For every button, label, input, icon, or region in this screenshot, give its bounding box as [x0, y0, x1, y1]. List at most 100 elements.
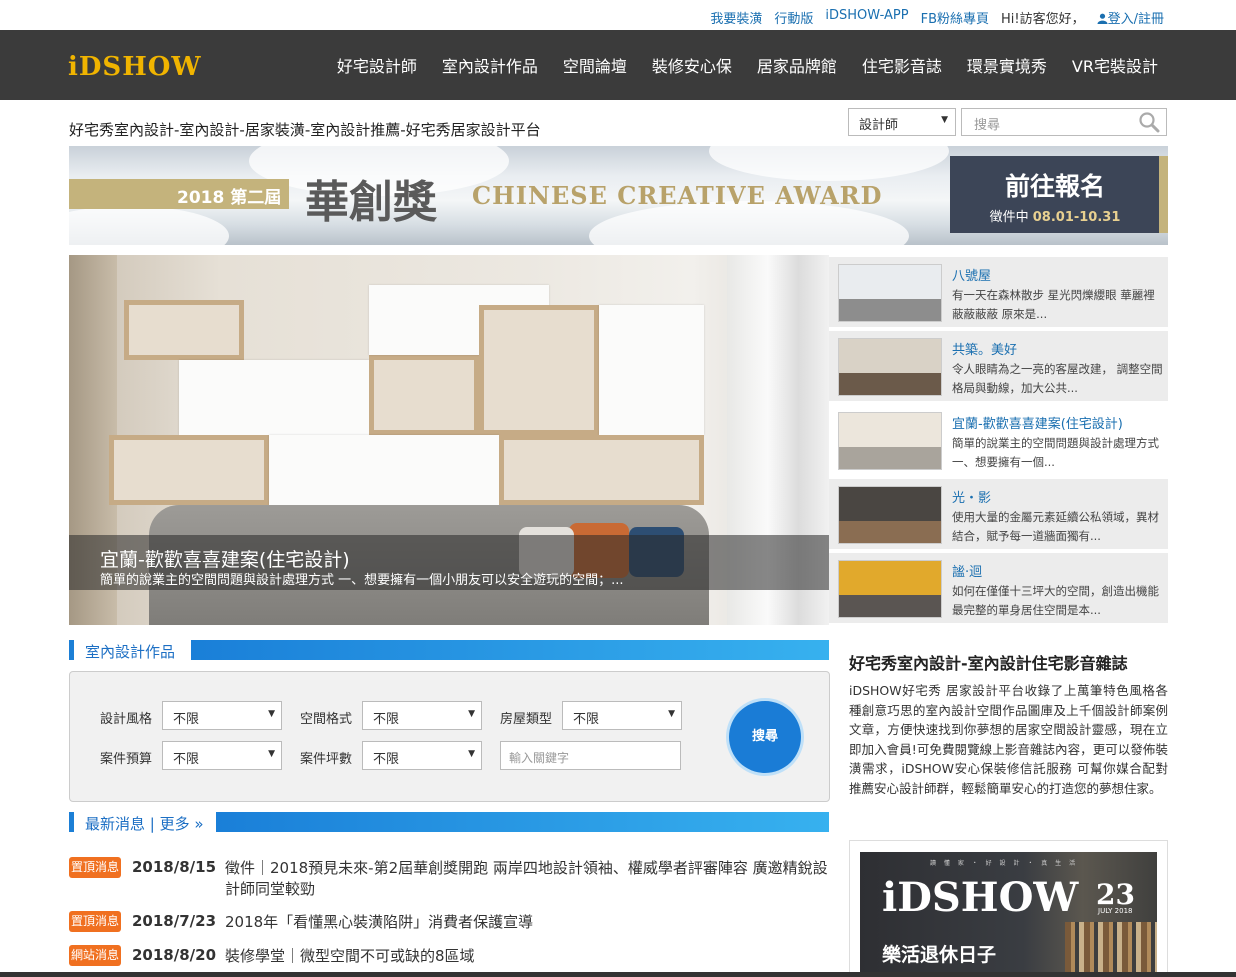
cta-period-label: 徵件中	[989, 210, 1029, 225]
nav-safe-renovation[interactable]: 裝修安心保	[652, 53, 732, 77]
design-works-section-header: 室內設計作品	[69, 640, 829, 662]
hero-description: 簡單的說業主的空間問題與設計處理方式 一、想要擁有一個小朋友可以安全遊玩的空間；…	[100, 573, 624, 588]
chevron-down-icon: ▼	[268, 709, 275, 719]
nav-brands[interactable]: 居家品牌館	[757, 53, 837, 77]
hero-image-detail	[599, 305, 704, 435]
award-edition: 2018 第二屆	[177, 188, 282, 208]
hero-image-detail	[479, 305, 599, 435]
list-item[interactable]: 八號屋 有一天在森林散步 星光閃爍纓眼 華麗裡蔽蔽蔽蔽 原來是...	[829, 255, 1168, 327]
thumbnail	[838, 412, 942, 470]
award-english-title: CHINESE CREATIVE AWARD	[472, 181, 883, 210]
thumbnail	[838, 264, 942, 322]
layout-select-value: 不限	[373, 712, 400, 727]
list-item[interactable]: 宜蘭-歡歡喜喜建案(住宅設計) 簡單的說業主的空間問題與設計處理方式 一、想要擁…	[829, 403, 1168, 475]
news-text[interactable]: 徵件｜2018預見未來-第2屆華創獎開跑 兩岸四地設計領袖、權威學者評審陣容 廣…	[225, 858, 829, 900]
search-placeholder: 搜尋	[974, 118, 1001, 133]
hero-image-detail	[269, 435, 499, 505]
banner-cloud	[69, 206, 229, 245]
list-item-desc: 簡單的說業主的空間問題與設計處理方式 一、想要擁有一個...	[952, 436, 1159, 469]
style-label: 設計風格	[100, 712, 153, 727]
keyword-input[interactable]: 輸入關鍵字	[500, 741, 681, 770]
cta-accent-bar	[1159, 156, 1168, 233]
search-icon[interactable]	[1138, 111, 1160, 133]
section-marker	[69, 640, 74, 660]
chevron-down-icon: ▼	[268, 749, 275, 759]
hero-slide[interactable]: 宜蘭-歡歡喜喜建案(住宅設計) 簡單的說業主的空間問題與設計處理方式 一、想要擁…	[69, 255, 829, 625]
top-link-facebook[interactable]: FB粉絲專頁	[921, 8, 989, 27]
list-item-title[interactable]: 共築。美好	[952, 339, 1017, 358]
style-select[interactable]: 不限 ▼	[162, 701, 282, 730]
top-link-renovate[interactable]: 我要裝潢	[710, 8, 762, 27]
thumbnail	[838, 338, 942, 396]
budget-label: 案件預算	[100, 752, 153, 767]
list-item[interactable]: 光・影 使用大量的金屬元素延續公私領域，異材結合，賦予每一道牆面獨有...	[829, 477, 1168, 549]
list-item-desc: 令人眼睛為之一亮的客屋改建， 調整空間格局與動線，加大公共...	[952, 362, 1163, 395]
budget-select-value: 不限	[173, 752, 200, 767]
house-type-select-value: 不限	[573, 712, 600, 727]
chevron-down-icon: ▼	[668, 709, 675, 719]
news-text[interactable]: 裝修學堂｜微型空間不可或缺的8區域	[225, 946, 829, 967]
news-heading[interactable]: 最新消息 | 更多 »	[85, 813, 204, 834]
keyword-placeholder: 輸入關鍵字	[509, 751, 570, 765]
list-item[interactable]: 共築。美好 令人眼睛為之一亮的客屋改建， 調整空間格局與動線，加大公共...	[829, 329, 1168, 401]
list-item-title[interactable]: 八號屋	[952, 265, 991, 284]
design-works-filter: 設計風格 不限 ▼ 空間格式 不限 ▼ 房屋類型 不限 ▼ 案件預算 不限 ▼ 案件坪數…	[69, 671, 830, 802]
magazine-cover[interactable]: 讀 懂 家 ・ 好 設 計 ・ 真 生 活 iDSHOW 23 JULY 201…	[860, 852, 1157, 977]
section-marker	[69, 812, 74, 832]
hero-image-detail	[124, 300, 244, 360]
magazine-brand: iDSHOW	[882, 874, 1079, 921]
search-category-select[interactable]: 設計師 ▼	[848, 108, 956, 136]
nav-panorama[interactable]: 環景實境秀	[967, 53, 1047, 77]
list-item-title[interactable]: 謐·迴	[952, 561, 982, 580]
design-works-heading[interactable]: 室內設計作品	[85, 641, 175, 662]
magazine-tagline: 讀 懂 家 ・ 好 設 計 ・ 真 生 活	[930, 860, 1079, 867]
search-input[interactable]: 搜尋	[961, 108, 1167, 136]
top-link-mobile[interactable]: 行動版	[774, 8, 813, 27]
user-icon	[1097, 13, 1108, 24]
news-badge: 置頂消息	[69, 911, 121, 932]
award-title: 華創獎	[305, 177, 437, 228]
login-link[interactable]: 登入/註冊	[1097, 8, 1164, 27]
chevron-down-icon: ▼	[468, 709, 475, 719]
news-text[interactable]: 2018年「看懂黑心裝潢陷阱」消費者保護宣導	[225, 912, 829, 933]
site-logo[interactable]: iDSHOW	[68, 52, 202, 82]
section-header-bar	[191, 640, 829, 660]
filter-search-button[interactable]: 搜尋	[729, 701, 801, 773]
nav-video-magazine[interactable]: 住宅影音誌	[862, 53, 942, 77]
top-link-app[interactable]: iDSHOW-APP	[825, 8, 908, 27]
news-badge: 網站消息	[69, 945, 121, 966]
nav-vr-design[interactable]: VR宅裝設計	[1072, 53, 1158, 77]
banner-cloud	[709, 146, 949, 181]
award-banner[interactable]: 2018 第二屆 華創獎 CHINESE CREATIVE AWARD 前往報名…	[69, 146, 1168, 245]
list-item-title[interactable]: 宜蘭-歡歡喜喜建案(住宅設計)	[952, 413, 1123, 432]
size-select[interactable]: 不限 ▼	[362, 741, 482, 770]
list-item-desc: 如何在僅僅十三坪大的空間，創造出機能最完整的單身居住空間是本...	[952, 584, 1159, 617]
nav-designers[interactable]: 好宅設計師	[337, 53, 417, 77]
magazine-cover-text: 樂活退休日子	[882, 944, 997, 966]
top-links: 我要裝潢 行動版 iDSHOW-APP FB粉絲專頁 Hi!訪客您好， 登入/註…	[710, 8, 1164, 27]
news-date: 2018/7/23	[132, 912, 217, 930]
nav-forum[interactable]: 空間論壇	[563, 53, 627, 77]
featured-list: 八號屋 有一天在森林散步 星光閃爍纓眼 華麗裡蔽蔽蔽蔽 原來是... 共築。美好…	[829, 255, 1168, 625]
register-cta-label[interactable]: 前往報名	[950, 167, 1160, 203]
hero-image-detail	[179, 360, 369, 435]
house-type-select[interactable]: 不限 ▼	[562, 701, 682, 730]
size-label: 案件坪數	[300, 752, 353, 767]
about-text: iDSHOW好宅秀 居家設計平台收錄了上萬筆特色風格各種創意巧思的室內設計空間作…	[849, 683, 1168, 796]
hero-image-detail	[369, 355, 479, 435]
list-item-title[interactable]: 光・影	[952, 487, 991, 506]
thumbnail	[838, 486, 942, 544]
nav-design-works[interactable]: 室內設計作品	[442, 53, 538, 77]
news-section-header: 最新消息 | 更多 »	[69, 812, 829, 834]
chevron-down-icon: ▼	[941, 115, 948, 125]
list-item[interactable]: 謐·迴 如何在僅僅十三坪大的空間，創造出機能最完整的單身居住空間是本...	[829, 551, 1168, 623]
layout-select[interactable]: 不限 ▼	[362, 701, 482, 730]
page-title: 好宅秀室內設計-室內設計-居家裝潢-室內設計推薦-好宅秀居家設計平台	[69, 121, 541, 139]
section-header-bar	[216, 812, 829, 832]
budget-select[interactable]: 不限 ▼	[162, 741, 282, 770]
register-cta-period: 徵件中 08.01-10.31	[950, 206, 1160, 225]
layout-label: 空間格式	[300, 712, 353, 727]
hero-title[interactable]: 宜蘭-歡歡喜喜建案(住宅設計)	[100, 545, 350, 572]
bottom-divider	[0, 972, 1236, 977]
news-date: 2018/8/20	[132, 946, 217, 964]
